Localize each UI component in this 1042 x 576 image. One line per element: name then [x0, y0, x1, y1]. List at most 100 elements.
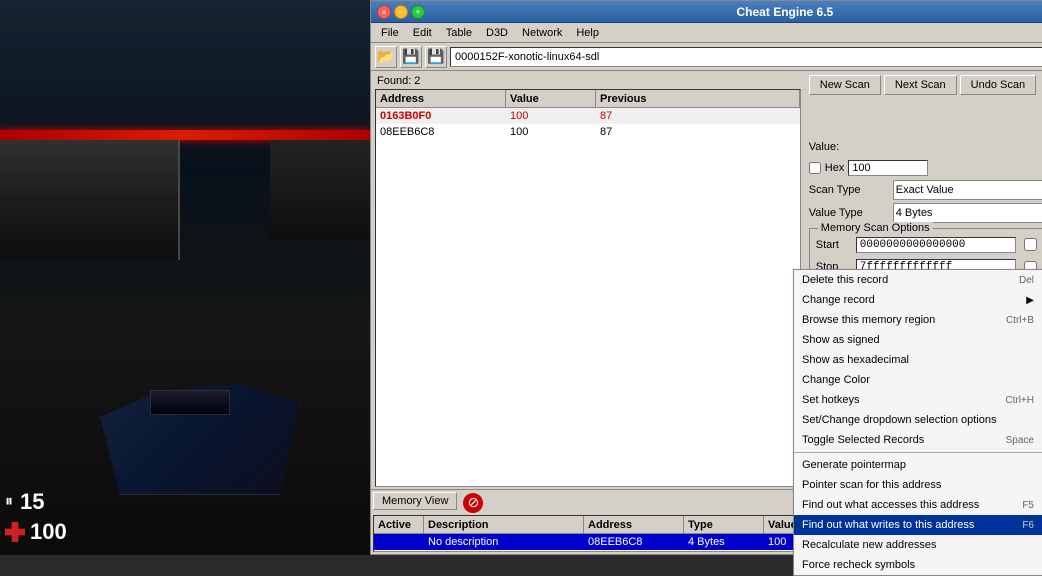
ctx-shortcut-8: Space: [1006, 435, 1034, 446]
ctx-item-label-10: Pointer scan for this address: [802, 479, 941, 491]
ctx-shortcut-2: Ctrl+B: [1006, 315, 1034, 326]
unrandomizer-row: Unrandomizer: [1024, 235, 1042, 253]
context-menu-item-3[interactable]: Show as signed: [794, 330, 1042, 350]
window-title: Cheat Engine 6.5: [431, 5, 1042, 19]
menu-table[interactable]: Table: [440, 26, 478, 40]
ctx-arrow-icon-1: ▶: [1026, 295, 1034, 306]
ctx-item-label-4: Show as hexadecimal: [802, 354, 909, 366]
context-menu-item-13[interactable]: Recalculate new addresses: [794, 535, 1042, 555]
close-button[interactable]: ×: [377, 5, 391, 19]
context-menu-item-5[interactable]: Change Color: [794, 370, 1042, 390]
context-menu-item-8[interactable]: Toggle Selected Records Space: [794, 430, 1042, 450]
toolbar-open-btn[interactable]: 📂: [375, 46, 397, 68]
context-menu-item-9[interactable]: Generate pointermap: [794, 455, 1042, 475]
scan-results-area: Found: 2 Address Value Previous 0163B0F0…: [371, 71, 805, 489]
col-type: Type: [684, 516, 764, 533]
col-value: Value: [506, 90, 596, 107]
start-input[interactable]: [856, 237, 1017, 253]
result-address-2: 08EEB6C8: [376, 126, 506, 138]
menu-bar: File Edit Table D3D Network Help: [371, 23, 1042, 43]
ctx-shortcut-11: F5: [1022, 500, 1034, 511]
next-scan-button[interactable]: Next Scan: [884, 75, 957, 95]
minimize-button[interactable]: −: [394, 5, 408, 19]
process-address-input[interactable]: [450, 47, 1042, 67]
hud-ammo-display: ⏸ 15: [5, 489, 67, 515]
context-menu-item-14[interactable]: Force recheck symbols: [794, 555, 1042, 575]
hud-ammo-value: 15: [20, 489, 44, 515]
table-row[interactable]: 0163B0F0 100 87: [376, 108, 800, 124]
value-label: Value:: [809, 141, 839, 153]
ctx-item-label-1: Change record: [802, 294, 875, 306]
memory-view-button[interactable]: Memory View: [373, 492, 457, 510]
toolbar-save2-btn[interactable]: 💾: [425, 46, 447, 68]
start-label: Start: [816, 239, 852, 251]
value-type-label: Value Type: [809, 207, 889, 219]
ctx-item-label-13: Recalculate new addresses: [802, 539, 937, 551]
context-menu-item-12[interactable]: Find out what writes to this addressF6: [794, 515, 1042, 535]
ctx-item-label-9: Generate pointermap: [802, 459, 906, 471]
context-menu-item-1[interactable]: Change record ▶: [794, 290, 1042, 310]
hud-health-display: 100: [5, 519, 67, 545]
col-description: Description: [424, 516, 584, 533]
context-menu-item-4[interactable]: Show as hexadecimal: [794, 350, 1042, 370]
context-menu-item-11[interactable]: Find out what accesses this address F5: [794, 495, 1042, 515]
ctx-item-label-7: Set/Change dropdown selection options: [802, 414, 996, 426]
results-table: Address Value Previous 0163B0F0 100 87 0…: [375, 89, 801, 487]
toolbar-save-btn[interactable]: 💾: [400, 46, 422, 68]
ctx-item-label-5: Change Color: [802, 374, 870, 386]
menu-file[interactable]: File: [375, 26, 405, 40]
context-menu-item-2[interactable]: Browse this memory regionCtrl+B: [794, 310, 1042, 330]
scan-buttons: New Scan Next Scan Undo Scan: [809, 75, 1036, 95]
ctx-shortcut-6: Ctrl+H: [1005, 395, 1034, 406]
ctx-item-label-8: Toggle Selected Records: [802, 434, 924, 446]
undo-scan-button[interactable]: Undo Scan: [960, 75, 1036, 95]
menu-network[interactable]: Network: [516, 26, 568, 40]
game-viewport: ⏸ 15 100: [0, 0, 370, 555]
value-type-dropdown[interactable]: 4 Bytes: [893, 203, 1042, 223]
hud-health-value: 100: [30, 519, 67, 545]
value-row: Value:: [809, 138, 1042, 156]
context-menu-separator: [794, 452, 1042, 453]
result-previous-2: 87: [596, 126, 800, 138]
maximize-button[interactable]: +: [411, 5, 425, 19]
ctx-item-label-11: Find out what accesses this address: [802, 499, 979, 511]
unrandomizer-checkbox[interactable]: [1024, 238, 1037, 251]
pause-icon: ⏸: [5, 493, 15, 511]
context-menu-item-6[interactable]: Set hotkeysCtrl+H: [794, 390, 1042, 410]
context-menu-item-10[interactable]: Pointer scan for this address: [794, 475, 1042, 495]
result-value-1: 100: [506, 110, 596, 122]
found-count: Found: 2: [373, 73, 803, 89]
hex-value-input[interactable]: [848, 160, 928, 176]
toolbar: 📂 💾 💾 €: [371, 43, 1042, 71]
ctx-item-label-0: Delete this record: [802, 274, 888, 286]
entry-address: 08EEB6C8: [584, 536, 684, 548]
table-row[interactable]: 08EEB6C8 100 87: [376, 124, 800, 140]
window-controls[interactable]: × − +: [377, 5, 425, 19]
title-bar: × − + Cheat Engine 6.5: [371, 1, 1042, 23]
hex-row: Hex: [809, 159, 1042, 177]
scan-type-row: Scan Type Exact Value: [809, 180, 1042, 200]
scan-type-dropdown[interactable]: Exact Value: [893, 180, 1042, 200]
hex-label: Hex: [825, 162, 845, 174]
ctx-shortcut-0: Del: [1019, 275, 1034, 286]
ctx-item-label-3: Show as signed: [802, 334, 880, 346]
stop-button[interactable]: ⊘: [463, 493, 483, 513]
ctx-item-label-12: Find out what writes to this address: [802, 519, 974, 531]
menu-edit[interactable]: Edit: [407, 26, 438, 40]
ctx-item-label-14: Force recheck symbols: [802, 559, 915, 571]
start-row: Start: [816, 235, 1017, 255]
menu-d3d[interactable]: D3D: [480, 26, 514, 40]
entry-description: No description: [424, 536, 584, 548]
new-scan-button[interactable]: New Scan: [809, 75, 881, 95]
menu-help[interactable]: Help: [570, 26, 605, 40]
scan-type-label: Scan Type: [809, 184, 889, 196]
left-panel: Found: 2 Address Value Previous 0163B0F0…: [371, 71, 805, 554]
col-active: Active: [374, 516, 424, 533]
address-row[interactable]: No description 08EEB6C8 4 Bytes 100: [374, 534, 802, 550]
game-overlay: [0, 0, 370, 555]
address-table: Active Description Address Type Value No…: [373, 515, 803, 552]
context-menu-item-7[interactable]: Set/Change dropdown selection options: [794, 410, 1042, 430]
hex-checkbox[interactable]: [809, 162, 821, 174]
result-address-1: 0163B0F0: [376, 110, 506, 122]
context-menu-item-0[interactable]: Delete this record Del: [794, 270, 1042, 290]
